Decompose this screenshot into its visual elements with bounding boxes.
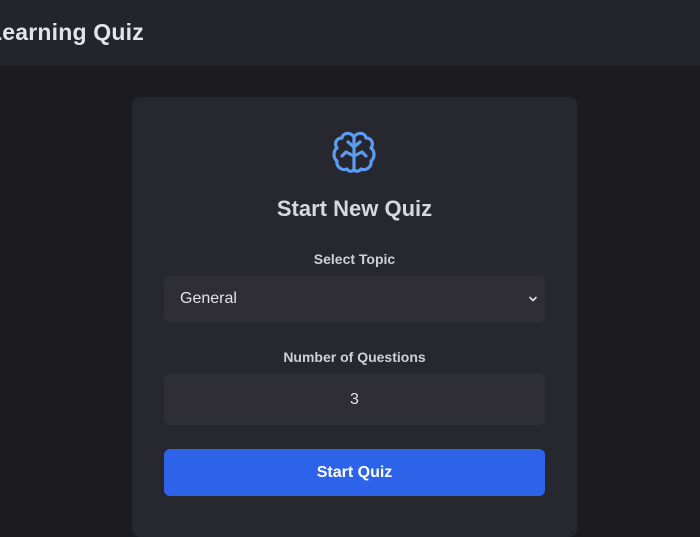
app-title: Learning Quiz bbox=[0, 19, 144, 45]
start-quiz-button[interactable]: Start Quiz bbox=[164, 449, 545, 496]
question-count-label: Number of Questions bbox=[283, 349, 426, 365]
chevron-down-icon bbox=[529, 296, 537, 302]
topic-label: Select Topic bbox=[313, 251, 396, 267]
brain-icon bbox=[332, 131, 376, 173]
quiz-setup-card: Start New Quiz Select Topic General Numb… bbox=[132, 97, 577, 537]
top-bar: Learning Quiz bbox=[0, 0, 700, 66]
topic-select-value: General bbox=[180, 290, 237, 307]
card-title: Start New Quiz bbox=[276, 196, 433, 221]
question-count-input[interactable] bbox=[164, 374, 545, 425]
topic-select[interactable]: General bbox=[164, 276, 545, 322]
